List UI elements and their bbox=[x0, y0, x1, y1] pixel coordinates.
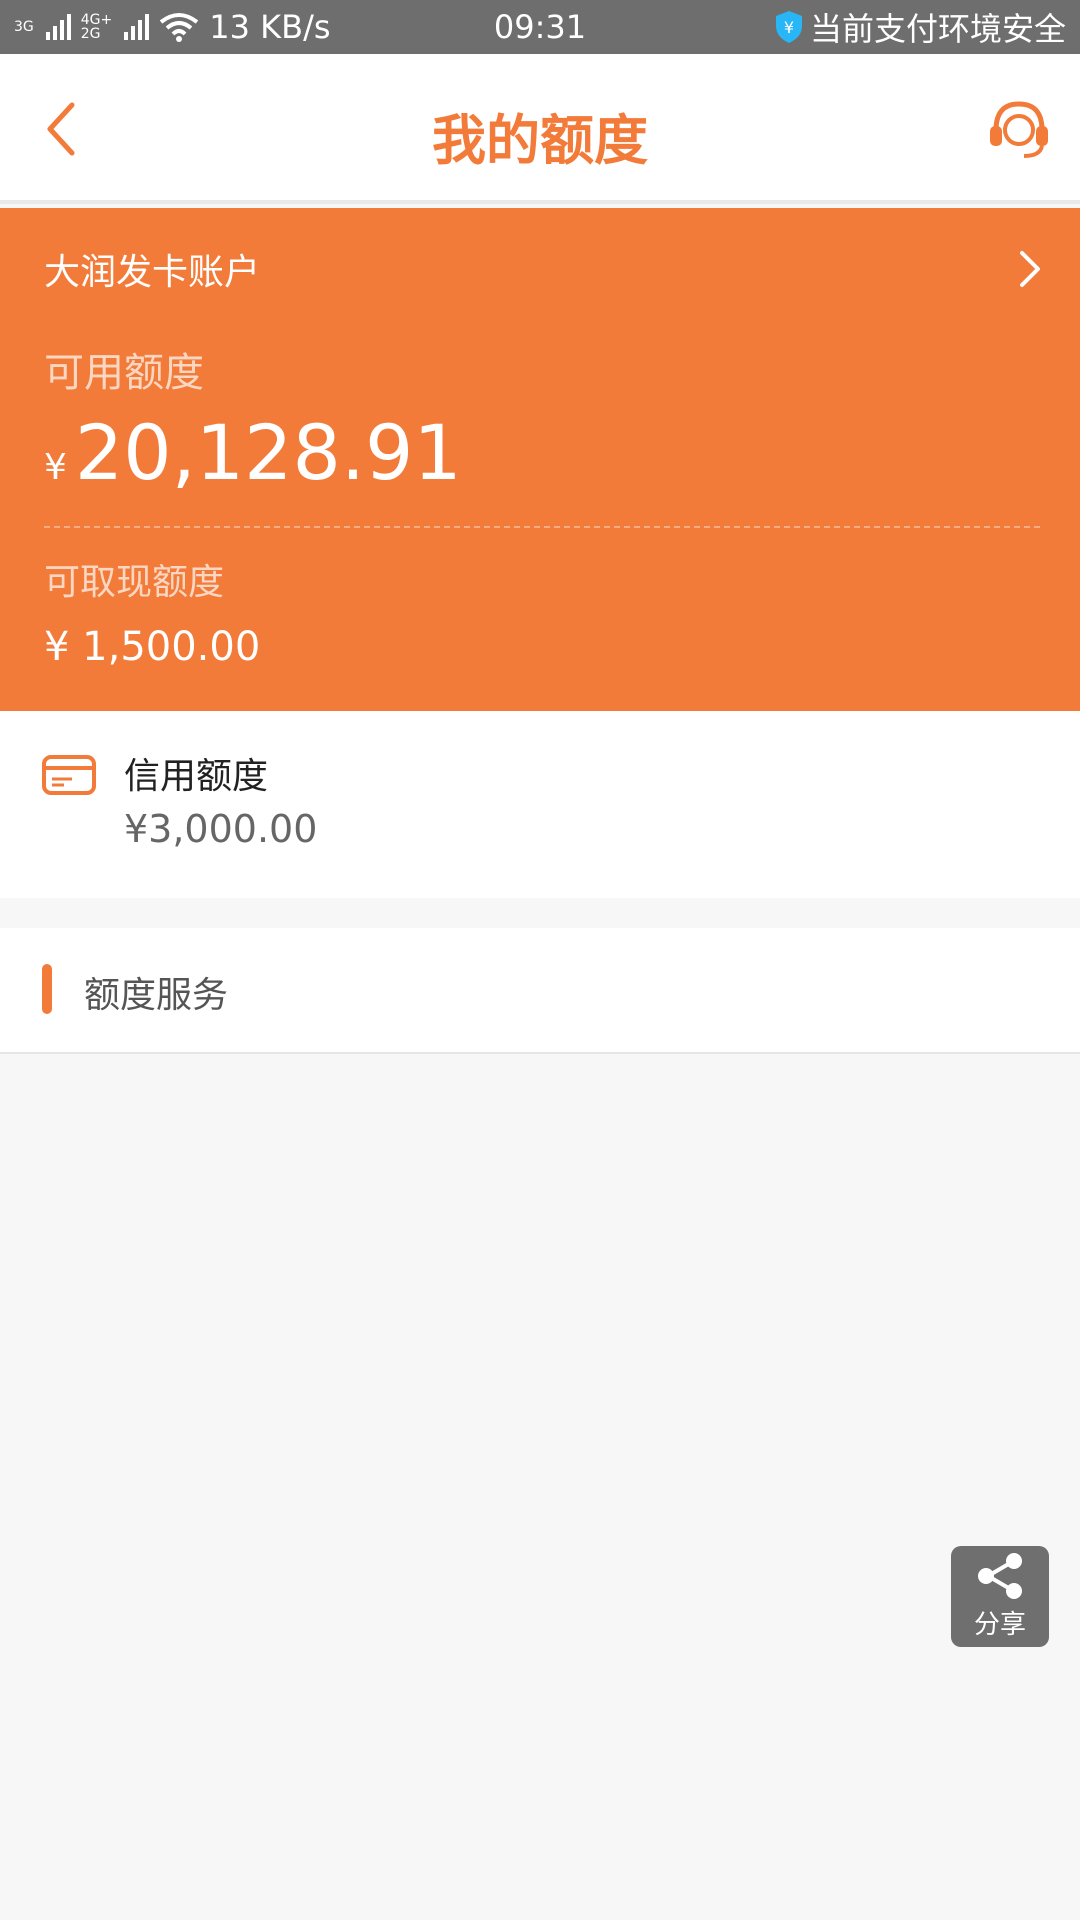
available-quota-amount: ¥ 20,128.91 bbox=[44, 408, 462, 497]
network-label-2: 4G+ 2G bbox=[81, 13, 113, 41]
credit-quota-amount: ¥3,000.00 bbox=[124, 807, 318, 851]
section-accent-bar bbox=[42, 964, 52, 1014]
network-speed: 13 KB/s bbox=[209, 8, 331, 46]
quota-card: 大润发卡账户 可用额度 ¥ 20,128.91 可取现额度 ¥ 1,500.00 bbox=[0, 208, 1080, 711]
dashed-divider bbox=[44, 526, 1040, 528]
available-amount-value: 20,128.91 bbox=[74, 408, 462, 497]
network-type-2-bottom: 2G bbox=[80, 26, 101, 42]
page-title: 我的额度 bbox=[432, 109, 648, 172]
cash-quota-amount: ¥ 1,500.00 bbox=[44, 624, 261, 670]
share-label: 分享 bbox=[973, 1610, 1026, 1640]
status-bar: 3G 4G+ 2G 13 KB/s 09:31 ¥ 当前支付环境安全 bbox=[0, 0, 1080, 54]
svg-text:¥: ¥ bbox=[784, 18, 794, 37]
signal-icon bbox=[45, 14, 71, 40]
signal-icon-2 bbox=[124, 14, 150, 40]
credit-section: 信用额度 ¥3,000.00 bbox=[0, 711, 1080, 898]
share-icon bbox=[978, 1553, 1022, 1599]
network-label-1: 3G bbox=[14, 20, 34, 34]
shield-icon: ¥ bbox=[775, 11, 802, 43]
chevron-right-icon[interactable] bbox=[1014, 249, 1044, 289]
headset-icon[interactable] bbox=[984, 94, 1054, 164]
security-text: 当前支付环境安全 bbox=[809, 10, 1066, 48]
network-type-1: 3G bbox=[14, 19, 34, 35]
quota-service-title: 额度服务 bbox=[84, 975, 229, 1016]
wifi-icon bbox=[160, 13, 199, 42]
network-type-2-top: 4G+ bbox=[80, 12, 113, 28]
share-button[interactable]: 分享 bbox=[951, 1546, 1049, 1647]
status-left: 3G 4G+ 2G 13 KB/s bbox=[14, 8, 331, 46]
header: 我的额度 bbox=[0, 54, 1080, 204]
cash-quota-label: 可取现额度 bbox=[44, 562, 225, 603]
currency-symbol: ¥ bbox=[44, 447, 67, 488]
status-right: ¥ 当前支付环境安全 bbox=[774, 4, 1066, 50]
account-row[interactable]: 大润发卡账户 bbox=[44, 244, 1044, 294]
account-name: 大润发卡账户 bbox=[44, 252, 261, 293]
credit-card-icon bbox=[42, 755, 96, 795]
available-quota-label: 可用额度 bbox=[44, 350, 204, 396]
credit-quota-label: 信用额度 bbox=[124, 756, 269, 797]
quota-service-section: 额度服务 bbox=[0, 928, 1080, 1054]
